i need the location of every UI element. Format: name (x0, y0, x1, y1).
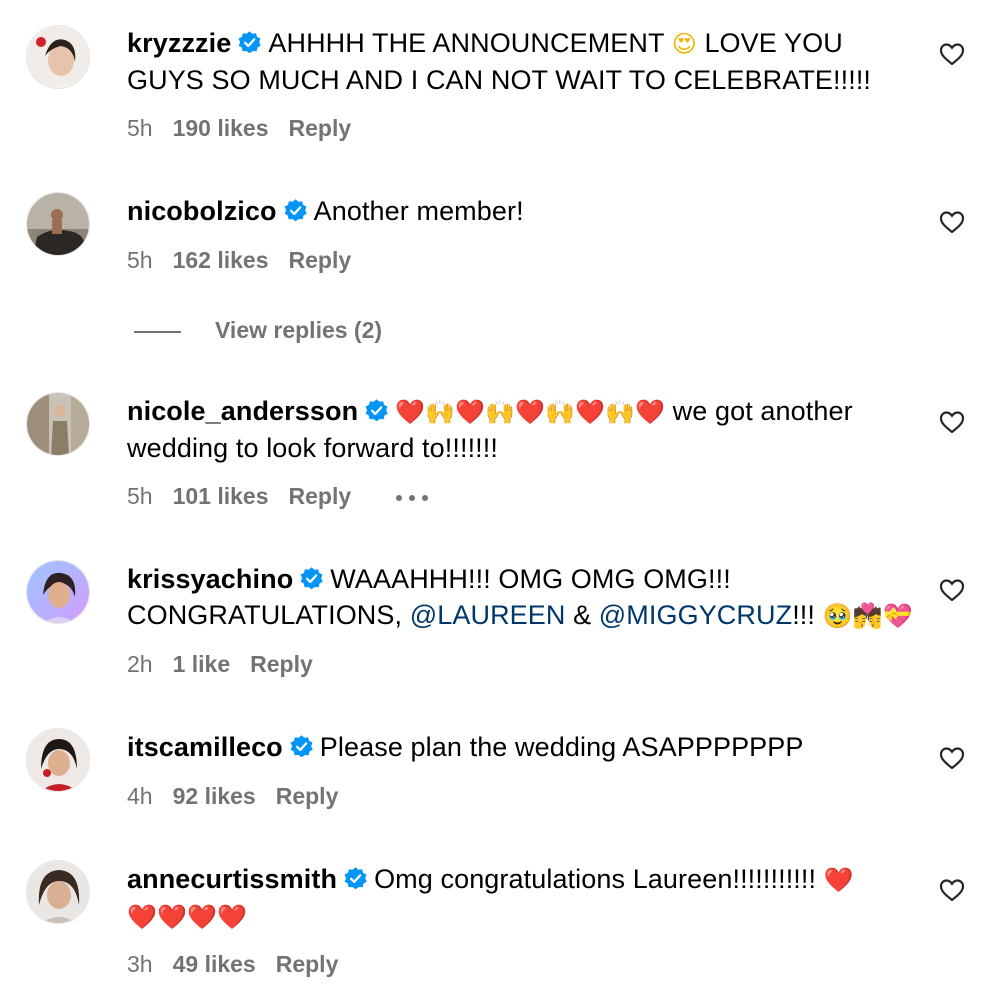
heart-eyes-emoji: 😍 (671, 30, 697, 58)
kiss-emoji: 💏 (852, 602, 883, 630)
raising-hands-emoji: 🙌 (485, 398, 516, 426)
comment-meta: 5h 162 likes Reply (127, 246, 371, 274)
likes-count[interactable]: 92 likes (173, 782, 256, 810)
verified-badge-icon (238, 31, 262, 54)
username[interactable]: itscamilleco (127, 732, 283, 762)
heart-outline-icon[interactable] (939, 210, 965, 234)
heart-outline-icon[interactable] (939, 578, 965, 602)
comment-text: AHHHH THE ANNOUNCEMENT (268, 28, 672, 58)
verified-badge-icon (284, 199, 307, 222)
avatar[interactable] (26, 860, 90, 924)
mention-link[interactable]: @LAUREEN (410, 600, 566, 630)
comment-body: nicobolzico Another member! (127, 193, 917, 229)
comment-text: !!! (792, 600, 823, 630)
avatar[interactable] (26, 392, 90, 456)
red-heart-emoji: ❤️ (156, 903, 187, 931)
likes-count[interactable]: 49 likes (173, 950, 256, 978)
red-heart-emoji: ❤️ (515, 398, 546, 426)
username[interactable]: nicobolzico (127, 196, 277, 226)
more-dots-icon[interactable] (395, 494, 429, 502)
view-replies-label: View replies (2) (215, 317, 383, 343)
red-heart-emoji: ❤️ (127, 903, 157, 931)
pleading-face-emoji: 🥹 (822, 602, 853, 630)
comment-body: nicole_andersson ❤️🙌❤️🙌❤️🙌❤️🙌❤️ we got an… (127, 393, 917, 466)
heart-outline-icon[interactable] (939, 410, 965, 434)
view-replies-divider (134, 330, 181, 333)
comment-text: Please plan the wedding ASAPPPPPPP (319, 732, 804, 762)
avatar[interactable] (26, 560, 90, 624)
username[interactable]: nicole_andersson (127, 396, 358, 426)
reply-button[interactable]: Reply (276, 782, 339, 810)
heart-outline-icon[interactable] (939, 878, 965, 902)
raising-hands-emoji: 🙌 (425, 398, 456, 426)
red-heart-emoji: ❤️ (575, 398, 606, 426)
comment-body: itscamilleco Please plan the wedding ASAP… (127, 729, 917, 765)
timestamp[interactable]: 5h (127, 114, 153, 142)
reply-button[interactable]: Reply (276, 950, 339, 978)
comments-list: kryzzzie AHHHH THE ANNOUNCEMENT 😍 LOVE YO… (0, 0, 992, 1008)
view-replies-button[interactable]: View replies (2) (134, 315, 382, 345)
comment-meta: 5h 101 likes Reply (127, 482, 429, 510)
verified-badge-icon (365, 399, 388, 422)
timestamp[interactable]: 5h (127, 246, 153, 274)
likes-count[interactable]: 1 like (173, 650, 231, 678)
username[interactable]: kryzzzie (127, 28, 231, 58)
comment-meta: 5h 190 likes Reply (127, 114, 371, 142)
heart-outline-icon[interactable] (939, 746, 965, 770)
reply-button[interactable]: Reply (289, 482, 352, 510)
comment-meta: 4h 92 likes Reply (127, 782, 358, 810)
comment-meta: 2h 1 like Reply (127, 650, 333, 678)
username[interactable]: annecurtissmith (127, 864, 337, 894)
likes-count[interactable]: 162 likes (173, 246, 269, 274)
avatar[interactable] (26, 192, 90, 256)
comment-body: krissyachino WAAAHHH!!! OMG OMG OMG!!! CO… (127, 561, 917, 634)
verified-badge-icon (300, 567, 324, 590)
timestamp[interactable]: 5h (127, 482, 153, 510)
red-heart-emoji: ❤️ (395, 398, 426, 426)
reply-button[interactable]: Reply (289, 246, 352, 274)
comment-text: Omg congratulations Laureen!!!!!!!!!!! (374, 864, 824, 894)
reply-button[interactable]: Reply (250, 650, 313, 678)
username[interactable]: krissyachino (127, 564, 293, 594)
timestamp[interactable]: 2h (127, 650, 153, 678)
reply-button[interactable]: Reply (289, 114, 352, 142)
likes-count[interactable]: 190 likes (173, 114, 269, 142)
heart-ribbon-emoji: 💝 (882, 602, 913, 630)
avatar[interactable] (26, 728, 90, 792)
avatar[interactable] (26, 25, 90, 89)
red-heart-emoji: ❤️ (635, 398, 666, 426)
heart-outline-icon[interactable] (939, 42, 965, 66)
likes-count[interactable]: 101 likes (173, 482, 269, 510)
mention-link[interactable]: @MIGGYCRUZ (599, 600, 792, 630)
red-heart-emoji: ❤️ (823, 866, 854, 894)
comment-text: & (565, 600, 599, 630)
timestamp[interactable]: 4h (127, 782, 153, 810)
verified-badge-icon (344, 867, 367, 890)
verified-badge-icon (290, 735, 313, 758)
comment-body: kryzzzie AHHHH THE ANNOUNCEMENT 😍 LOVE YO… (127, 25, 917, 98)
raising-hands-emoji: 🙌 (605, 398, 636, 426)
timestamp[interactable]: 3h (127, 950, 153, 978)
comment-body: annecurtissmith Omg congratulations Laure… (127, 861, 917, 935)
comment-meta: 3h 49 likes Reply (127, 950, 358, 978)
raising-hands-emoji: 🙌 (545, 398, 576, 426)
comment-text: Another member! (313, 196, 524, 226)
red-heart-emoji: ❤️ (455, 398, 486, 426)
red-heart-emoji: ❤️ (216, 903, 247, 931)
red-heart-emoji: ❤️ (186, 903, 217, 931)
